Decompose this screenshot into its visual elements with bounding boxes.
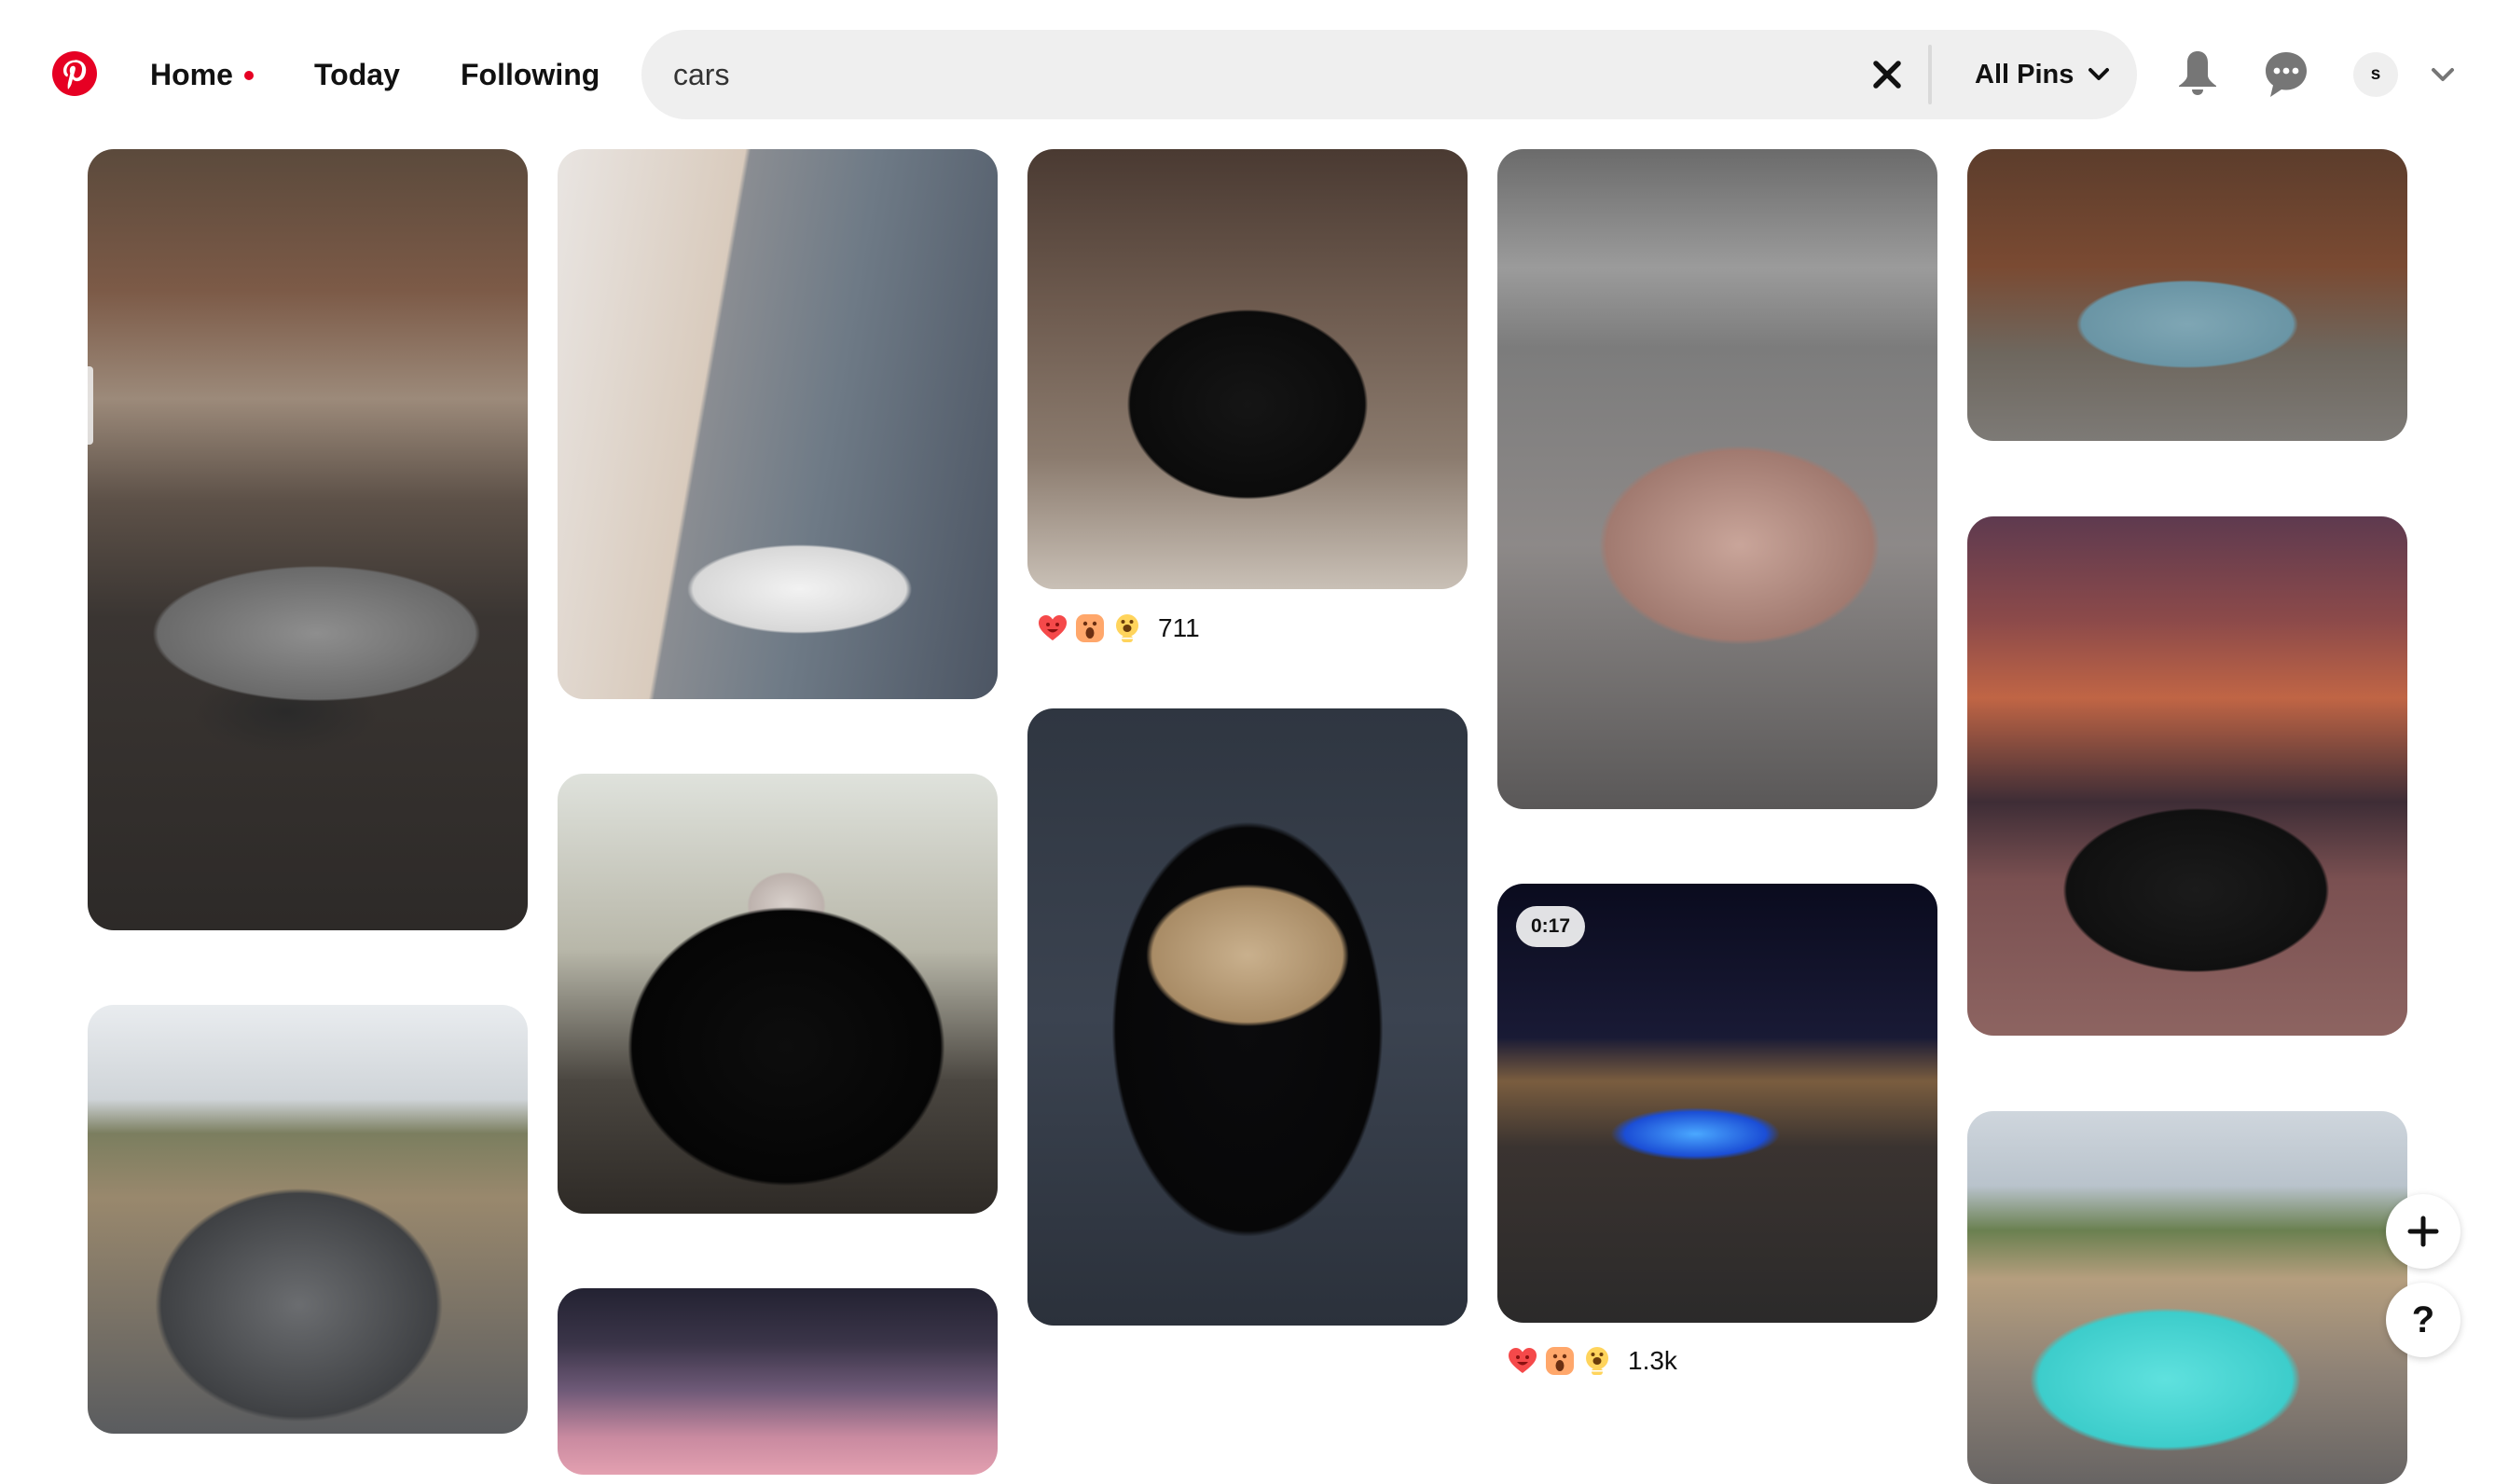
search-input[interactable] bbox=[673, 30, 1839, 119]
pin-video-vision-avtr[interactable]: 0:17 bbox=[1497, 884, 1937, 1323]
create-button[interactable] bbox=[2386, 1194, 2461, 1269]
idea-reaction-icon bbox=[1581, 1345, 1613, 1377]
nav-home[interactable]: Home bbox=[150, 52, 233, 97]
top-navigation-bar: Home Today Following All Pins bbox=[0, 0, 2495, 149]
pin-turquoise-bronco[interactable] bbox=[1967, 1111, 2407, 1484]
home-notification-dot bbox=[244, 71, 254, 80]
pin-jeep-sunset[interactable] bbox=[1967, 516, 2407, 1036]
chat-bubble-icon bbox=[2266, 52, 2307, 97]
close-icon bbox=[1873, 61, 1901, 89]
help-label: ? bbox=[2411, 1298, 2435, 1340]
chevron-down-icon bbox=[2432, 68, 2454, 81]
pin-reactions: 1.3k bbox=[1507, 1342, 1677, 1380]
pin-hover-edge bbox=[88, 366, 93, 445]
bell-icon bbox=[2179, 51, 2216, 95]
search-scope-label: All Pins bbox=[1975, 59, 2075, 89]
pin-vintage-mercedes[interactable] bbox=[1027, 708, 1468, 1326]
heart-reaction-icon bbox=[1507, 1345, 1538, 1377]
chevron-down-icon bbox=[2088, 68, 2110, 80]
search-bar: All Pins bbox=[641, 30, 2137, 119]
pin-white-audi[interactable] bbox=[558, 149, 998, 699]
heart-reaction-icon bbox=[1037, 612, 1068, 644]
pin-sunset-sky[interactable] bbox=[558, 1288, 998, 1475]
wow-reaction-icon bbox=[1074, 612, 1106, 644]
clear-search-button[interactable] bbox=[1867, 54, 1908, 95]
idea-reaction-icon bbox=[1111, 612, 1143, 644]
pin-blue-porsche[interactable] bbox=[1967, 149, 2407, 441]
wow-reaction-icon bbox=[1544, 1345, 1576, 1377]
pin-gray-jeep[interactable] bbox=[88, 1005, 528, 1434]
video-duration-badge: 0:17 bbox=[1516, 906, 1586, 947]
pinterest-logo[interactable] bbox=[52, 51, 97, 96]
pin-reactions: 711 bbox=[1037, 610, 1200, 647]
pin-black-range-rover[interactable] bbox=[558, 774, 998, 1214]
messages-button[interactable] bbox=[2264, 50, 2309, 99]
pin-gray-lamborghini[interactable] bbox=[88, 149, 528, 930]
pin-black-rolls-royce[interactable] bbox=[1027, 149, 1468, 589]
search-scope-dropdown[interactable]: All Pins bbox=[1975, 52, 2111, 97]
help-button[interactable]: ? bbox=[2386, 1283, 2461, 1357]
notifications-button[interactable] bbox=[2176, 48, 2219, 101]
reaction-count: 1.3k bbox=[1628, 1346, 1677, 1375]
pinterest-p-icon bbox=[63, 60, 87, 89]
plus-icon bbox=[2407, 1216, 2439, 1247]
pin-rose-gold-ferrari[interactable] bbox=[1497, 149, 1937, 809]
user-avatar[interactable]: s bbox=[2353, 52, 2398, 97]
search-divider bbox=[1928, 45, 1932, 104]
nav-following[interactable]: Following bbox=[461, 52, 600, 97]
account-menu-button[interactable] bbox=[2430, 62, 2456, 88]
nav-today[interactable]: Today bbox=[314, 52, 400, 97]
reaction-count: 711 bbox=[1158, 613, 1200, 642]
